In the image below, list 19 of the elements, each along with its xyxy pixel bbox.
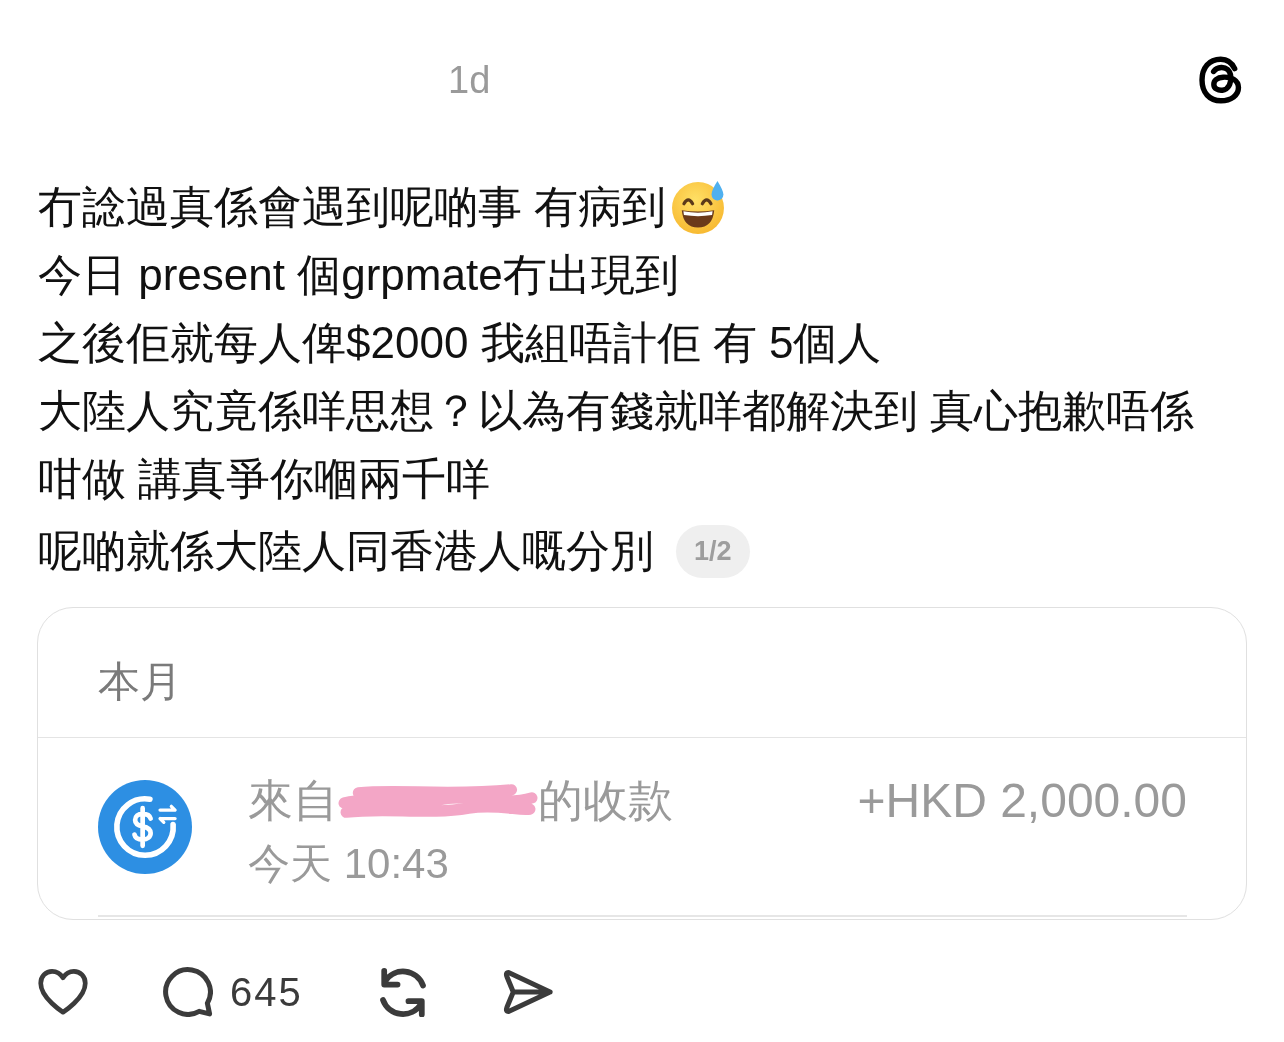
- post-text: 大陸人究竟係咩思想？以為有錢就咩都解決到 真心抱歉唔係咁做 講真爭你嗰兩千咩: [38, 385, 1196, 505]
- heart-icon[interactable]: [38, 967, 88, 1017]
- page-indicator: 1/2: [676, 524, 750, 578]
- transaction-time: 今天 10:43: [248, 839, 449, 889]
- app-logo-icon[interactable]: [1198, 56, 1242, 104]
- post-text: 冇諗過真係會遇到呢啲事 有病到: [38, 181, 667, 233]
- post-text: 今日 present 個grpmate冇出現到: [38, 249, 679, 301]
- transaction-title: 來自: [248, 774, 338, 828]
- post-time: 1d: [448, 58, 491, 102]
- paper-plane-icon[interactable]: [502, 967, 553, 1017]
- transaction-title: 的收款: [538, 774, 673, 828]
- dollar-exchange-icon: [98, 779, 192, 874]
- repost-icon[interactable]: [377, 967, 428, 1017]
- post-text: 之後佢就每人俾$2000 我組唔計佢 有 5個人: [38, 317, 882, 369]
- post-text: 呢啲就係大陸人同香港人嘅分別: [38, 525, 654, 577]
- section-heading: 本月: [98, 656, 182, 707]
- comment-icon[interactable]: [163, 967, 213, 1017]
- comment-button[interactable]: 645: [163, 967, 303, 1017]
- transaction-amount: +HKD 2,000.00: [857, 773, 1187, 829]
